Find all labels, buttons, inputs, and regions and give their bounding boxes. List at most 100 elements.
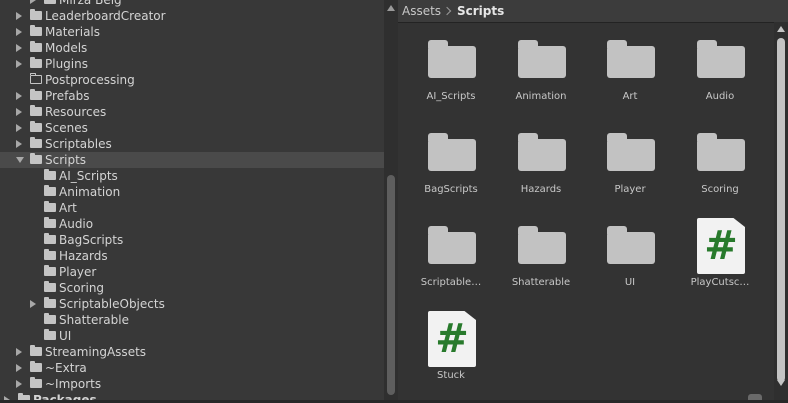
folder-icon <box>518 226 566 264</box>
tree-item-models[interactable]: Models <box>0 40 384 56</box>
tree-item-animation[interactable]: Animation <box>0 184 384 200</box>
collapsed-arrow-icon[interactable] <box>16 28 22 36</box>
collapsed-arrow-icon[interactable] <box>30 300 36 308</box>
tree-item-label: Mirza Beig <box>59 0 122 7</box>
tree-item-label: Resources <box>45 105 107 119</box>
folder-icon <box>30 89 42 100</box>
asset-label: Animation <box>515 91 567 102</box>
folder-icon <box>30 41 42 52</box>
tree-item-scriptables[interactable]: Scriptables <box>0 136 384 152</box>
tree-item-label: LeaderboardCreator <box>45 9 166 23</box>
scroll-up-icon[interactable] <box>387 5 395 11</box>
folder-icon <box>44 233 56 244</box>
asset-label: Player <box>614 184 646 195</box>
asset-item[interactable]: Art <box>585 34 675 124</box>
folder-icon <box>518 40 566 78</box>
asset-item[interactable]: Player <box>585 127 675 217</box>
asset-item[interactable]: Hazards <box>496 127 586 217</box>
asset-item[interactable]: AI_Scripts <box>406 34 496 124</box>
folder-icon <box>44 281 56 292</box>
tree-item-label: ~Extra <box>45 361 87 375</box>
asset-label: Audio <box>705 91 735 102</box>
collapsed-arrow-icon[interactable] <box>30 0 36 4</box>
tree-item-bagscripts[interactable]: BagScripts <box>0 232 384 248</box>
zoom-slider-handle[interactable] <box>748 394 762 400</box>
tree-item-plugins[interactable]: Plugins <box>0 56 384 72</box>
breadcrumb-assets[interactable]: Assets <box>402 0 441 22</box>
tree-item-label: Plugins <box>45 57 88 71</box>
script-hash-glyph: # <box>435 316 469 362</box>
tree-item-resources[interactable]: Resources <box>0 104 384 120</box>
collapsed-arrow-icon[interactable] <box>4 396 10 400</box>
asset-label: Scriptable… <box>420 277 482 288</box>
asset-item[interactable]: Audio <box>675 34 765 124</box>
tree-item-materials[interactable]: Materials <box>0 24 384 40</box>
scroll-down-icon[interactable] <box>777 380 785 386</box>
tree-scrollbar[interactable] <box>384 0 398 400</box>
tree-item-prefabs[interactable]: Prefabs <box>0 88 384 104</box>
tree-item-postprocessing[interactable]: Postprocessing <box>0 72 384 88</box>
expanded-arrow-icon[interactable] <box>16 157 24 163</box>
tree-item-extra[interactable]: ~Extra <box>0 360 384 376</box>
csharp-script-icon: # <box>697 218 745 274</box>
asset-label: Art <box>622 91 638 102</box>
tree-item-shatterable[interactable]: Shatterable <box>0 312 384 328</box>
folder-icon <box>44 265 56 276</box>
breadcrumb-scripts[interactable]: Scripts <box>457 0 504 22</box>
asset-item[interactable]: BagScripts <box>406 127 496 217</box>
collapsed-arrow-icon[interactable] <box>16 60 22 68</box>
tree-item-label: ScriptableObjects <box>59 297 165 311</box>
collapsed-arrow-icon[interactable] <box>16 44 22 52</box>
tree-item-player[interactable]: Player <box>0 264 384 280</box>
folder-icon <box>697 133 745 171</box>
tree-item-label: Packages <box>33 393 97 400</box>
scroll-up-icon[interactable] <box>777 26 785 32</box>
tree-item-leaderboardcreator[interactable]: LeaderboardCreator <box>0 8 384 24</box>
tree-scrollbar-thumb[interactable] <box>387 175 395 395</box>
asset-item[interactable]: Animation <box>496 34 586 124</box>
collapsed-arrow-icon[interactable] <box>16 380 22 388</box>
assets-scrollbar-thumb[interactable] <box>777 38 785 382</box>
tree-item-packages[interactable]: Packages <box>0 392 384 400</box>
tree-item-label: Player <box>59 265 97 279</box>
asset-item[interactable]: # Stuck <box>406 311 496 403</box>
collapsed-arrow-icon[interactable] <box>16 12 22 20</box>
asset-item[interactable]: Shatterable <box>496 220 586 310</box>
tree-item-scriptableobjects[interactable]: ScriptableObjects <box>0 296 384 312</box>
collapsed-arrow-icon[interactable] <box>16 124 22 132</box>
collapsed-arrow-icon[interactable] <box>16 92 22 100</box>
tree-item-label: Prefabs <box>45 89 90 103</box>
tree-item-mirza-beig[interactable]: Mirza Beig <box>0 0 384 8</box>
tree-item-scoring[interactable]: Scoring <box>0 280 384 296</box>
folder-icon <box>44 185 56 196</box>
collapsed-arrow-icon[interactable] <box>16 108 22 116</box>
tree-item-scenes[interactable]: Scenes <box>0 120 384 136</box>
chevron-right-icon <box>442 6 452 16</box>
folder-icon <box>697 40 745 78</box>
tree-item-audio[interactable]: Audio <box>0 216 384 232</box>
tree-item-art[interactable]: Art <box>0 200 384 216</box>
tree-item-ui[interactable]: UI <box>0 328 384 344</box>
tree-item-hazards[interactable]: Hazards <box>0 248 384 264</box>
asset-item[interactable]: # PlayCutsc… <box>675 218 765 310</box>
folder-icon <box>44 297 56 308</box>
asset-label: Hazards <box>520 184 562 195</box>
tree-item-ai-scripts[interactable]: AI_Scripts <box>0 168 384 184</box>
tree-item-scripts[interactable]: Scripts <box>0 152 384 168</box>
folder-icon <box>30 57 42 68</box>
collapsed-arrow-icon[interactable] <box>16 364 22 372</box>
collapsed-arrow-icon[interactable] <box>16 140 22 148</box>
asset-item[interactable]: UI <box>585 220 675 310</box>
tree-item-streamingassets[interactable]: StreamingAssets <box>0 344 384 360</box>
assets-scrollbar[interactable] <box>774 22 788 400</box>
asset-label: BagScripts <box>424 184 478 195</box>
collapsed-arrow-icon[interactable] <box>16 348 22 356</box>
breadcrumb: Assets Scripts <box>398 0 788 23</box>
tree-item-label: Scenes <box>45 121 88 135</box>
asset-item[interactable]: Scriptable… <box>406 220 496 310</box>
folder-icon <box>30 137 42 148</box>
asset-item[interactable]: Scoring <box>675 127 765 217</box>
tree-item-imports[interactable]: ~Imports <box>0 376 384 392</box>
folder-icon <box>44 201 56 212</box>
folder-open-icon <box>30 153 42 164</box>
